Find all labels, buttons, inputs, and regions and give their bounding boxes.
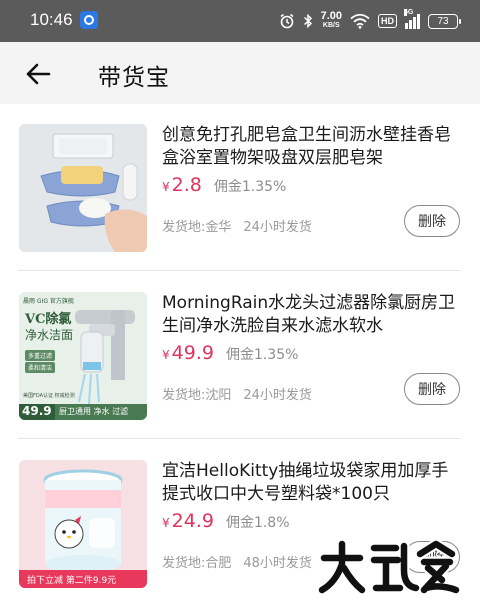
status-bar: 10:46 7.00 KB/S HD 5G 73	[0, 0, 480, 42]
product-title[interactable]: 宜洁HelloKitty抽绳垃圾袋家用加厚手提式收口中大号塑料袋*100只	[162, 460, 462, 506]
back-arrow-icon[interactable]	[24, 60, 52, 88]
shipping-info: 发货地:沈阳 24小时发货	[162, 384, 312, 403]
product-price: 2.8	[171, 174, 202, 196]
bluetooth-icon	[303, 13, 312, 29]
thumb-tag-2: 柔和清洁	[25, 362, 56, 373]
product-image-soap-holder[interactable]	[19, 124, 147, 252]
product-price: 24.9	[171, 510, 214, 532]
product-title[interactable]: MorningRain水龙头过滤器除氯厨房卫生间净水洗脸自来水滤水软水	[162, 292, 462, 338]
ship-from: 发货地:沈阳	[162, 388, 232, 403]
thumb-promo: 拍下立减 第二件9.9元	[27, 576, 117, 586]
thumb-tag-1: 多重过滤	[25, 350, 56, 361]
thumb-price: 49.9	[22, 404, 52, 418]
thumb-badge: 美国FDA认证 权威检测	[23, 393, 75, 399]
ship-time: 24小时发货	[243, 388, 312, 403]
alarm-icon	[280, 13, 294, 29]
status-icons: 7.00 KB/S HD 5G 73	[279, 8, 461, 34]
commission-rate: 佣金1.35%	[225, 347, 299, 363]
app-notification-icon	[80, 11, 98, 29]
product-card[interactable]: 创意免打孔肥皂盒卫生间沥水壁挂香皂盒浴室置物架吸盘双层肥皂架 ¥ 2.8 佣金1…	[0, 104, 480, 270]
currency-symbol: ¥	[162, 180, 170, 194]
product-image-garbage-bags[interactable]: 拍下立减 第二件9.9元	[19, 460, 147, 588]
watermark-logo	[316, 536, 466, 596]
divider	[18, 438, 461, 439]
price-row: ¥ 24.9 佣金1.8%	[162, 510, 290, 532]
battery-level: 73	[437, 15, 449, 27]
ship-time: 48小时发货	[243, 556, 312, 571]
product-card[interactable]: 晨雨 GIG 官方旗舰 VC除氯 净水洁面 多重过滤 柔和清洁 美国FDA认证 …	[0, 272, 480, 438]
thumb-headline-2: 净水洁面	[25, 328, 74, 342]
app-header: 带货宝	[0, 42, 480, 104]
ship-from: 发货地:合肥	[162, 556, 232, 571]
signal-icon: 5G	[404, 9, 420, 29]
currency-symbol: ¥	[162, 348, 170, 362]
product-image-faucet-filter[interactable]: 晨雨 GIG 官方旗舰 VC除氯 净水洁面 多重过滤 柔和清洁 美国FDA认证 …	[19, 292, 147, 420]
thumb-footer: 厨卫通用 净水 过滤	[59, 407, 129, 416]
page-title: 带货宝	[98, 65, 170, 91]
ship-time: 24小时发货	[243, 220, 312, 235]
commission-rate: 佣金1.35%	[213, 179, 287, 195]
product-title[interactable]: 创意免打孔肥皂盒卫生间沥水壁挂香皂盒浴室置物架吸盘双层肥皂架	[162, 124, 462, 170]
delete-button[interactable]: 删除	[404, 373, 460, 405]
ship-from: 发货地:金华	[162, 220, 232, 235]
commission-rate: 佣金1.8%	[225, 515, 290, 531]
hd-badge: HD	[378, 14, 397, 28]
network-speed: 7.00 KB/S	[320, 10, 342, 30]
battery-icon: 73	[428, 13, 461, 29]
price-row: ¥ 2.8 佣金1.35%	[162, 174, 286, 196]
wifi-icon	[350, 13, 370, 29]
status-time: 10:46	[30, 10, 73, 29]
product-price: 49.9	[171, 342, 214, 364]
currency-symbol: ¥	[162, 516, 170, 530]
thumb-headline-1: VC除氯	[25, 312, 72, 327]
shipping-info: 发货地:金华 24小时发货	[162, 216, 312, 235]
shipping-info: 发货地:合肥 48小时发货	[162, 552, 312, 571]
price-row: ¥ 49.9 佣金1.35%	[162, 342, 298, 364]
thumb-brand: 晨雨 GIG 官方旗舰	[23, 298, 74, 305]
divider	[18, 270, 461, 271]
delete-button[interactable]: 删除	[404, 205, 460, 237]
